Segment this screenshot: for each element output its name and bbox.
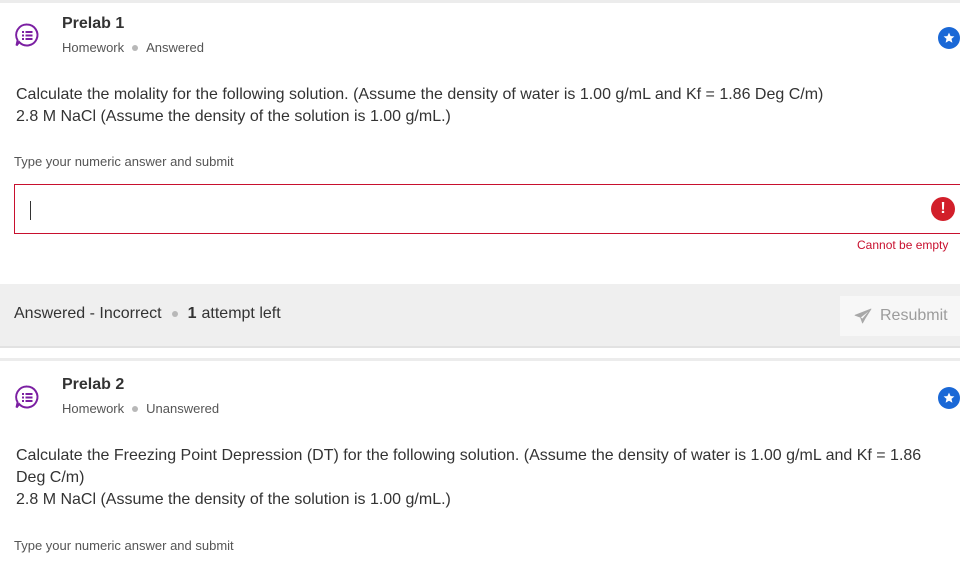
question-type: Homework (62, 401, 125, 416)
answer-field-container: ! (14, 184, 960, 234)
question-status: Unanswered (146, 401, 220, 416)
question-meta: Homework Answered (62, 40, 204, 55)
question-text-line: Calculate the Freezing Point Depression … (16, 447, 922, 486)
question-card-2: Prelab 2 Homework Unanswered Calculate t… (0, 361, 960, 562)
star-icon (943, 32, 955, 43)
text-caret (30, 201, 31, 220)
resubmit-button[interactable]: Resubmit (840, 296, 960, 336)
answer-hint: Type your numeric answer and submit (14, 538, 234, 553)
bookmark-button[interactable] (938, 387, 960, 409)
attempts-label: attempt left (201, 305, 281, 322)
star-icon (943, 392, 955, 403)
question-text: Calculate the molality for the following… (16, 84, 946, 128)
question-text-line: 2.8 M NaCl (Assume the density of the so… (16, 108, 451, 125)
question-text: Calculate the Freezing Point Depression … (16, 445, 946, 511)
question-text-line: Calculate the molality for the following… (16, 86, 824, 103)
separator-dot (132, 405, 139, 412)
question-title: Prelab 2 (62, 376, 125, 393)
bookmark-button[interactable] (938, 27, 960, 49)
question-title: Prelab 1 (62, 15, 125, 32)
numeric-answer-input[interactable] (27, 195, 911, 225)
resubmit-label: Resubmit (880, 307, 948, 324)
question-type: Homework (62, 40, 125, 55)
separator-dot (171, 311, 178, 317)
validation-error: Cannot be empty (857, 238, 949, 252)
question-text-line: 2.8 M NaCl (Assume the density of the so… (16, 491, 451, 508)
question-meta: Homework Unanswered (62, 401, 219, 416)
separator-dot (132, 44, 139, 51)
result-status: Answered - Incorrect (14, 305, 162, 322)
question-card-1: Prelab 1 Homework Answered Calculate the… (0, 0, 960, 284)
question-status: Answered (146, 40, 204, 55)
exclamation-icon: ! (931, 197, 955, 221)
answer-hint: Type your numeric answer and submit (14, 154, 234, 169)
submission-status: Answered - Incorrect 1 attempt left (14, 305, 281, 323)
send-arrow-icon (854, 308, 872, 324)
chat-bubble-list-icon (14, 22, 40, 48)
attempts-remaining: 1 attempt left (188, 305, 281, 323)
attempts-count: 1 (187, 305, 197, 322)
submission-status-bar: Answered - Incorrect 1 attempt left Resu… (0, 284, 960, 348)
chat-bubble-list-icon (14, 384, 40, 410)
